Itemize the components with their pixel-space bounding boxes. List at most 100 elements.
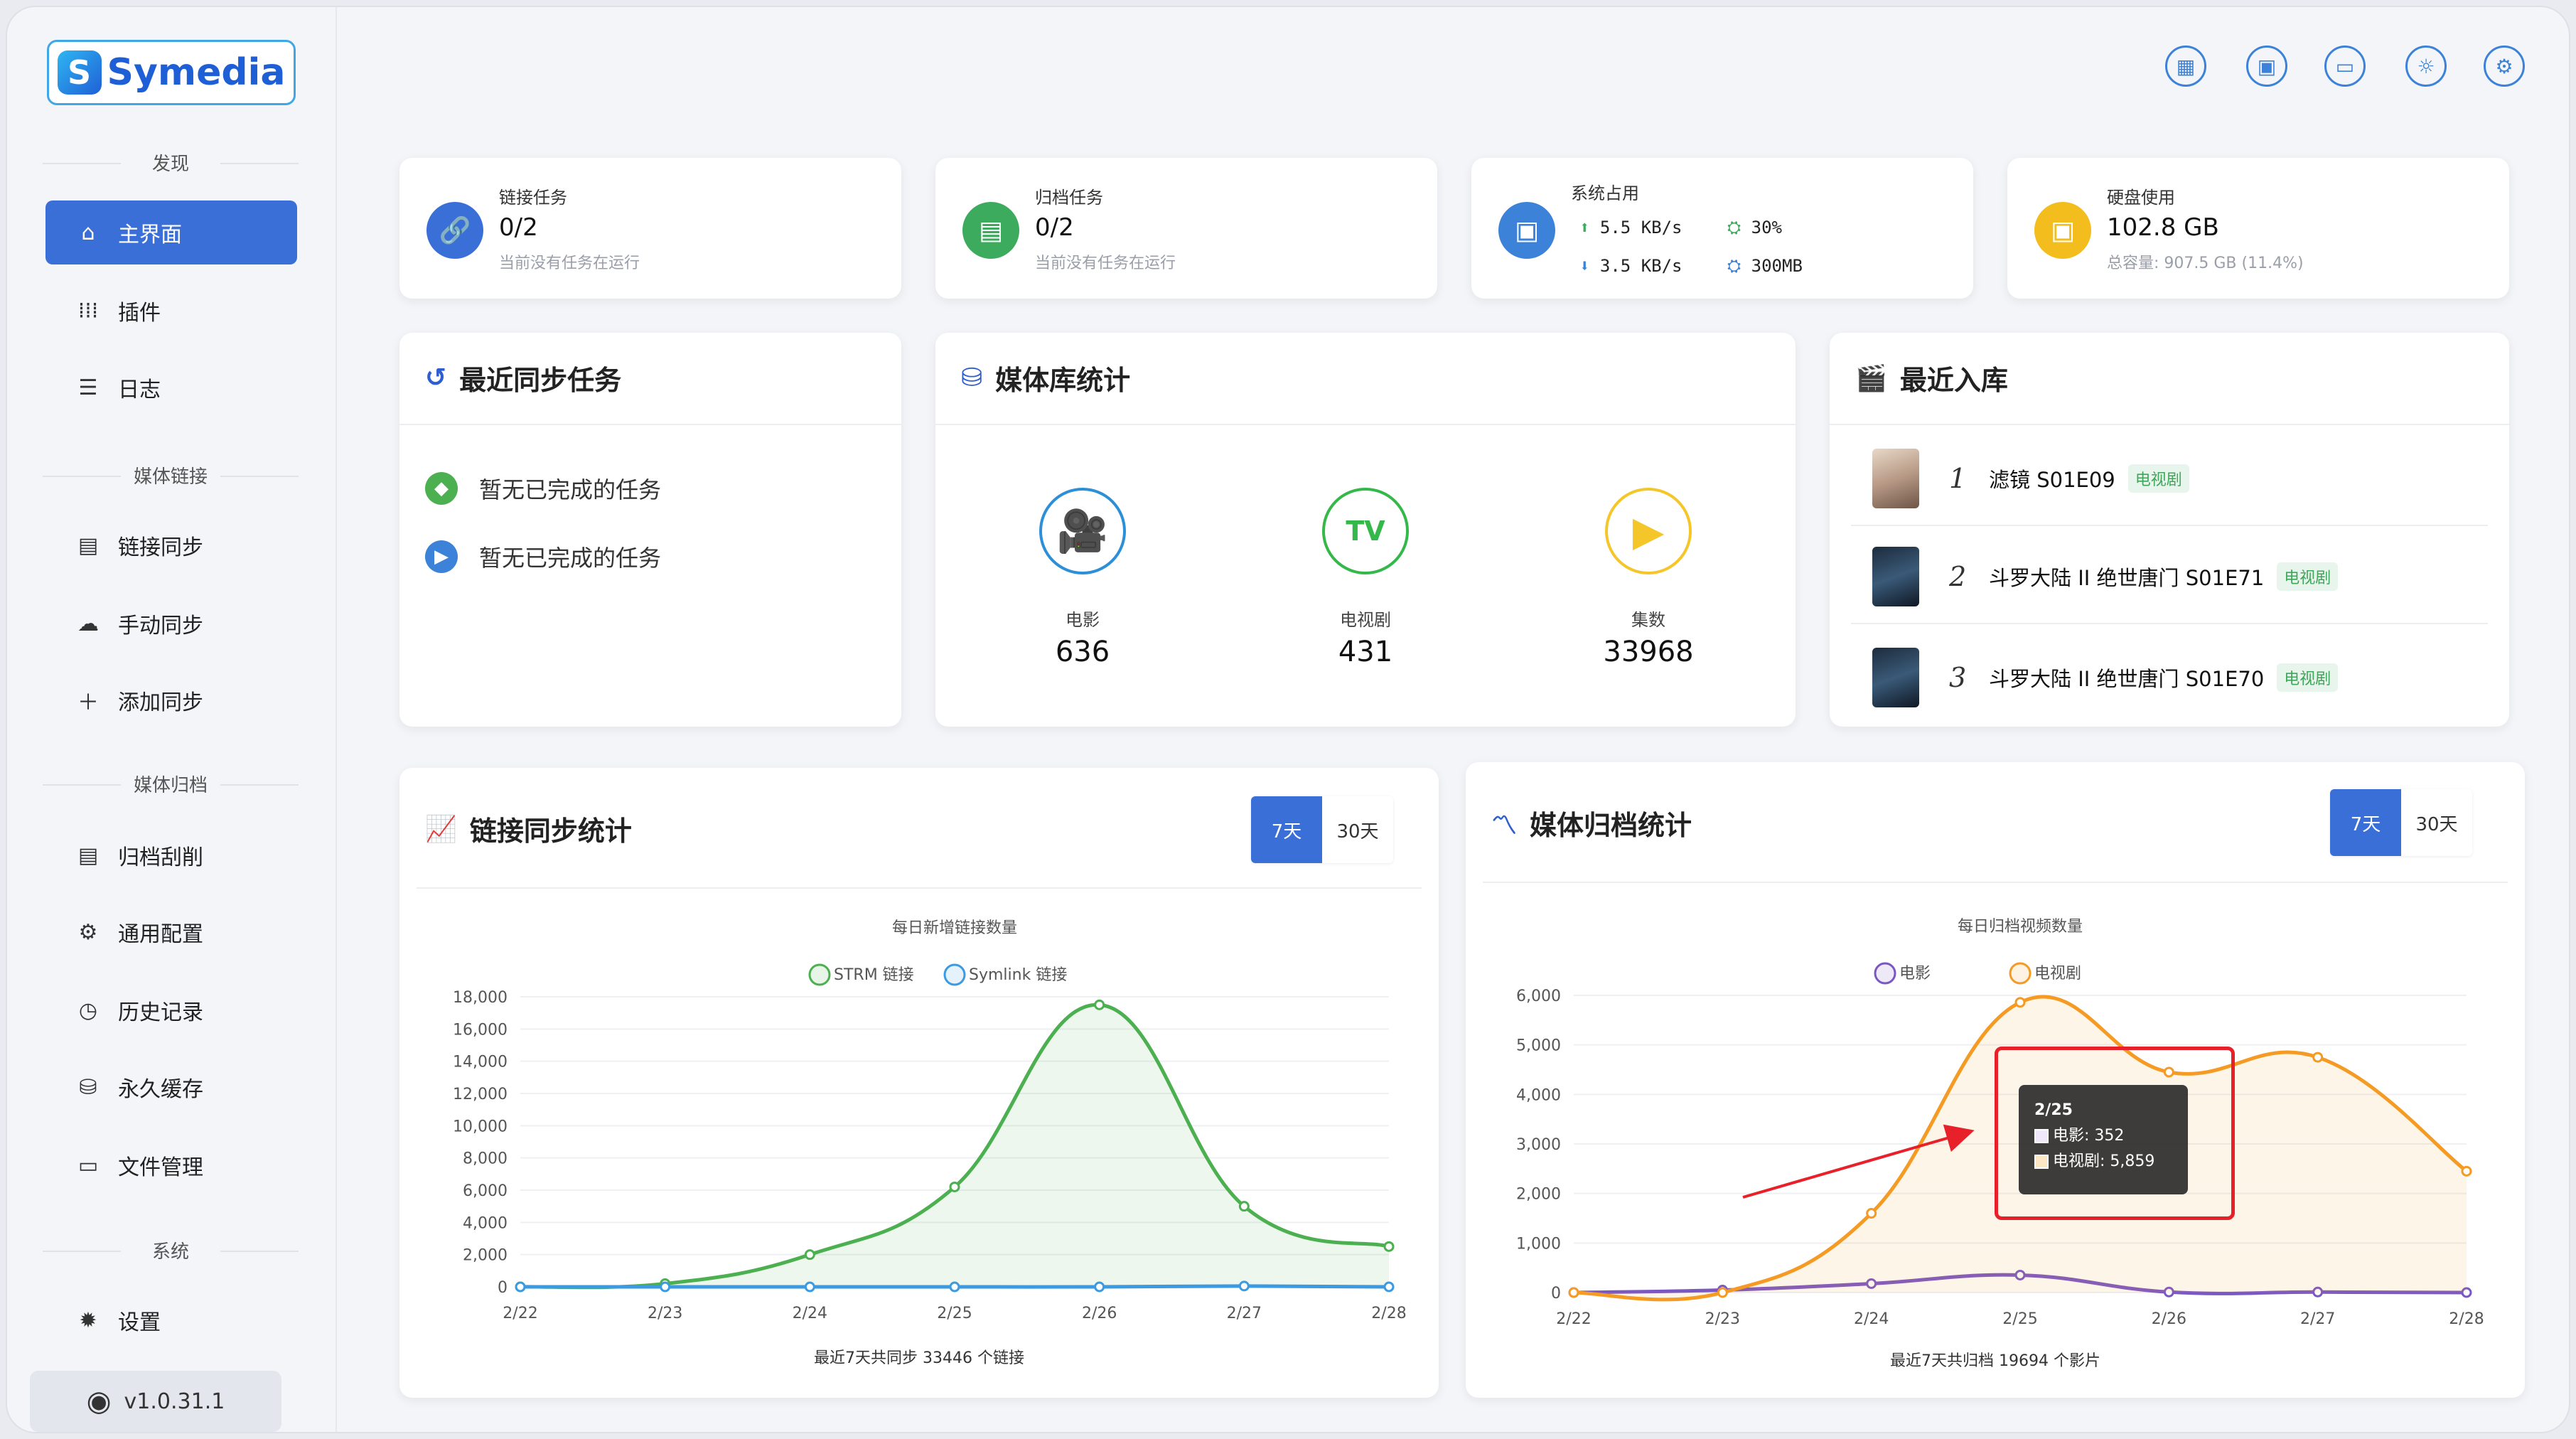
link-sync-icon: ◆ [425,472,458,505]
type-badge: 电视剧 [2127,464,2189,493]
y-tick-label: 18,000 [453,989,508,1007]
settings-gear-icon[interactable]: ⚙ [2484,46,2525,87]
list-item: ▶ 暂无已完成的任务 [425,540,661,573]
upload-arrow-icon: ⬆ [1579,218,1590,237]
sidebar-item-logs[interactable]: ☰ 日志 [45,355,297,419]
list-item[interactable]: 2 斗罗大陆 II 绝世唐门 S01E71 电视剧 [1872,537,2488,616]
chart-footer: 最近7天共归档 19694 个影片 [1889,1352,2100,1370]
episode-play-icon: ▶ [1605,488,1692,574]
data-point [804,1249,815,1261]
data-point [804,1281,815,1293]
divider [1851,525,2488,526]
gear-icon: ⚙ [78,919,98,945]
x-tick-label: 2/28 [1371,1305,1406,1322]
data-point [1383,1241,1395,1252]
legend-swatch [943,963,966,986]
theme-sun-icon[interactable]: ☼ [2405,46,2447,87]
memory-usage: ⛭ 300MB [1727,256,1803,276]
memory-icon: ⛭ [1727,256,1742,276]
sidebar-item-home[interactable]: ⌂ 主界面 [45,200,297,264]
link-icon: 🔗 [426,202,483,259]
x-tick-label: 2/22 [503,1305,537,1322]
y-tick-label: 10,000 [453,1118,508,1135]
upload-speed: ⬆ 5.5 KB/s [1579,218,1683,237]
card-title: 最近入库 [1899,365,2008,396]
legend-label: STRM 链接 [834,966,914,984]
sidebar-item-plugins[interactable]: ⁞⁞⁞ 插件 [45,279,297,343]
history-icon: ↺ [425,363,447,392]
data-point [515,1281,526,1293]
apps-icon[interactable]: ▦ [2165,46,2206,87]
x-tick-label: 2/26 [1082,1305,1117,1322]
sidebar-item-general-config[interactable]: ⚙ 通用配置 [45,900,297,964]
chip-icon: ⛭ [1727,218,1742,237]
download-speed: ⬇ 3.5 KB/s [1579,256,1683,276]
sidebar-item-settings[interactable]: ✹ 设置 [45,1288,297,1352]
settings-icon: ✹ [79,1307,97,1333]
chart-footer: 最近7天共同步 33446 个链接 [813,1349,1024,1367]
data-point [949,1281,960,1293]
sidebar-item-add-sync[interactable]: ＋ 添加同步 [45,668,297,732]
recent-sync-card: ↺ 最近同步任务 ◆ 暂无已完成的任务 ▶ 暂无已完成的任务 [399,333,901,727]
link-sync-chart-card: 📈 链接同步统计 7天 30天 每日新增链接数量 STRM 链接 Symlink 链… [399,768,1439,1398]
movie-camera-icon: 🎥 [1039,488,1126,574]
y-tick-label: 14,000 [453,1054,508,1071]
sidebar-item-file-manager[interactable]: ▭ 文件管理 [45,1133,297,1197]
y-tick-label: 2,000 [463,1247,508,1265]
cpu-icon: ▣ [1498,202,1555,259]
app-logo[interactable]: S Symedia [47,40,296,105]
sidebar-item-history[interactable]: ◷ 历史记录 [45,978,297,1042]
disk-usage-card: ▣ 硬盘使用 102.8 GB 总容量: 907.5 GB (11.4%) [2007,158,2509,299]
data-point [1238,1201,1250,1212]
grid-icon: ⁞⁞⁞ [77,298,99,323]
list-item[interactable]: 1 滤镜 S01E09 电视剧 [1872,439,2488,518]
x-tick-label: 2/24 [793,1305,827,1322]
clapperboard-icon: 🎬 [1855,363,1887,393]
divider [935,424,1796,425]
database-icon: ⛁ [79,1074,97,1100]
series-area [520,1005,1389,1288]
data-point [660,1281,671,1293]
data-point [1094,999,1105,1010]
section-discover: 发现 [36,149,306,176]
version-badge[interactable]: ◉ v1.0.31.1 [30,1371,281,1432]
sidebar-item-manual-sync[interactable]: ☁ 手动同步 [45,592,297,656]
archive-chart-card: 〽 媒体归档统计 7天 30天 每日归档视频数量 电影 电视剧 0 1,000 2,000… [1466,762,2525,1398]
poster-thumbnail [1872,449,1919,508]
calendar-icon[interactable]: ▣ [2246,46,2287,87]
cpu-usage: ⛭ 30% [1727,218,1783,237]
home-icon: ⌂ [81,220,95,245]
poster-thumbnail [1872,547,1919,606]
archive-box-icon: ▤ [962,202,1019,259]
monitor-icon[interactable]: ▭ [2324,46,2366,87]
list-item[interactable]: 3 斗罗大陆 II 绝世唐门 S01E70 电视剧 [1872,638,2488,717]
tv-count: 431 [1338,636,1393,668]
y-tick-label: 12,000 [453,1086,508,1103]
sidebar-item-cache[interactable]: ⛁ 永久缓存 [45,1055,297,1119]
sidebar-item-archive-scrape[interactable]: ▤ 归档刮削 [45,823,297,887]
episode-count: 33968 [1603,636,1694,668]
y-tick-label: 16,000 [453,1021,508,1039]
sidebar-item-link-sync[interactable]: ▤ 链接同步 [45,513,297,577]
y-tick-label: 4,000 [463,1214,508,1232]
data-point [1383,1281,1395,1293]
y-tick-label: 0 [498,1279,508,1297]
movie-count: 636 [1055,636,1110,668]
database-icon: ⛁ [961,363,983,392]
legend-label: Symlink 链接 [969,966,1067,984]
type-badge: 电视剧 [2277,663,2339,692]
x-tick-label: 2/25 [937,1305,972,1322]
archive-tasks-card: ▤ 归档任务 0/2 当前没有任务在运行 [935,158,1437,299]
plus-icon: ＋ [77,690,99,715]
disk-icon: ▣ [2034,202,2091,259]
y-tick-label: 8,000 [463,1150,508,1168]
system-usage-card: ▣ 系统占用 ⬆ 5.5 KB/s ⬇ 3.5 KB/s ⛭ 30% ⛭ 300… [1471,158,1973,299]
table-icon: ▤ [77,842,99,868]
annotation-arrow [1742,1124,1975,1199]
list-icon: ☰ [78,375,98,400]
cloud-sync-icon: ☁ [77,611,99,636]
y-tick-label: 6,000 [463,1182,508,1200]
link-sync-chart: 每日新增链接数量 STRM 链接 Symlink 链接 0 2,000 4,000 6,00… [453,919,1407,1322]
divider [399,424,901,425]
data-point [949,1181,960,1192]
